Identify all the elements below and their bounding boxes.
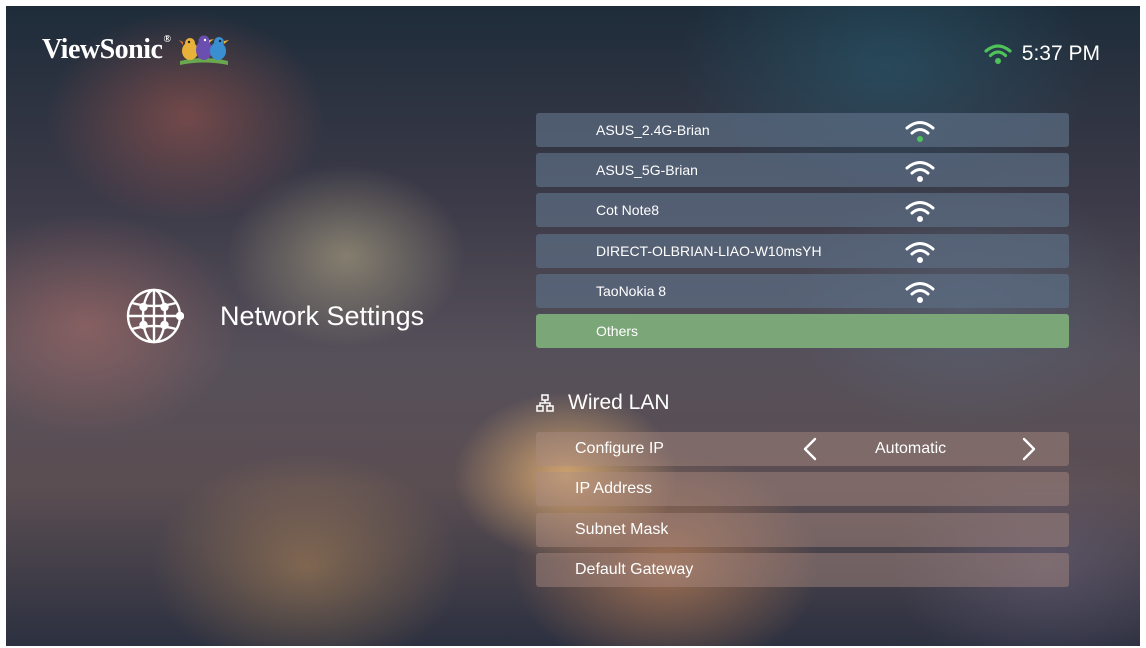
ip-address-row[interactable]: IP Address — [536, 472, 1069, 506]
wifi-signal-icon — [905, 161, 935, 182]
wifi-network-item[interactable]: Cot Note8 — [536, 193, 1069, 227]
configure-ip-value: Automatic — [875, 440, 947, 457]
others-label: Others — [596, 323, 639, 339]
page-heading: Network Settings — [124, 286, 424, 346]
logo-text: ViewSonic® — [42, 34, 171, 65]
projector-screen: ViewSonic® 5:37 PM Network Settings ASUS… — [6, 6, 1140, 646]
network-name: ASUS_5G-Brian — [596, 162, 698, 178]
birds-logo-icon — [179, 35, 230, 65]
network-name: Cot Note8 — [596, 202, 660, 218]
network-name: DIRECT-OLBRIAN-LIAO-W10msYH — [596, 243, 822, 259]
subnet-mask-label: Subnet Mask — [575, 521, 669, 538]
wired-lan-title: Wired LAN — [568, 391, 670, 414]
globe-icon — [126, 288, 184, 344]
wifi-network-item[interactable]: ASUS_2.4G-Brian — [536, 113, 1069, 147]
configure-ip-row[interactable]: Configure IP Automatic — [536, 432, 1069, 466]
wifi-signal-icon — [905, 282, 935, 303]
page-title: Network Settings — [220, 300, 425, 331]
ip-address-label: IP Address — [575, 480, 653, 497]
wifi-signal-icon — [905, 121, 935, 142]
wifi-network-item[interactable]: ASUS_5G-Brian — [536, 153, 1069, 187]
chevron-right-icon[interactable] — [1021, 437, 1037, 461]
wired-lan-header: Wired LAN — [536, 391, 670, 415]
clock-time: 5:37 PM — [1021, 42, 1100, 65]
default-gateway-row[interactable]: Default Gateway — [536, 553, 1069, 587]
subnet-mask-row[interactable]: Subnet Mask — [536, 513, 1069, 547]
others-network-item[interactable]: Others — [536, 314, 1069, 348]
status-bar: 5:37 PM — [984, 42, 1100, 66]
wifi-network-item[interactable]: DIRECT-OLBRIAN-LIAO-W10msYH — [536, 234, 1069, 268]
configure-ip-label: Configure IP — [575, 440, 664, 457]
wifi-signal-icon — [905, 201, 935, 222]
wifi-icon — [984, 44, 1012, 64]
network-name: TaoNokia 8 — [596, 283, 667, 299]
viewsonic-logo: ViewSonic® — [42, 30, 230, 70]
chevron-left-icon[interactable] — [802, 437, 818, 461]
wifi-network-item[interactable]: TaoNokia 8 — [536, 274, 1069, 308]
wifi-signal-icon — [905, 242, 935, 263]
network-lan-icon — [536, 394, 554, 412]
network-name: ASUS_2.4G-Brian — [596, 122, 710, 138]
default-gateway-label: Default Gateway — [575, 561, 694, 578]
